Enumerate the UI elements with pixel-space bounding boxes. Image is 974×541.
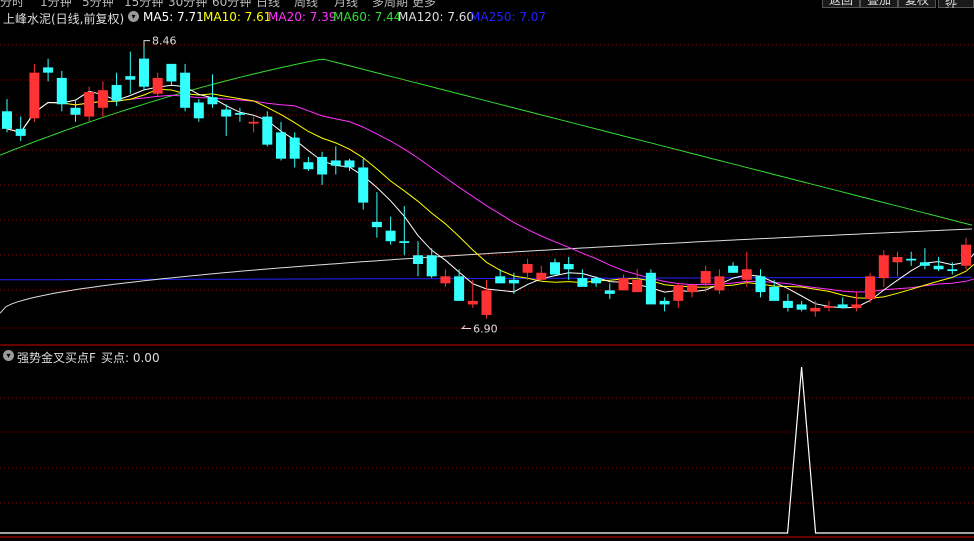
candle-body [645,272,656,305]
candle-body [865,276,876,300]
candle-body [371,221,382,228]
candle-body [15,128,26,136]
candle-body [440,276,451,284]
candle-body [262,116,273,145]
candle-body [358,167,369,203]
kline-chart[interactable]: 8.46 6.90 [0,0,974,541]
candle-body [508,279,519,284]
candle-body [2,111,12,129]
candle-body [166,63,177,82]
ma20-line [6,94,974,293]
candle-body [495,276,506,284]
candle-body [796,304,807,310]
candle-body [878,255,889,279]
candle-body [152,77,163,94]
candle-body [591,278,602,284]
ma250-line [0,276,972,281]
candle-body [454,276,465,301]
high-marker [143,40,150,47]
candle-body [303,162,314,170]
candle-body [139,58,149,87]
candle-body [919,262,930,266]
candle-body [577,278,588,287]
candle-body [43,67,54,73]
candle-body [851,304,862,308]
candle-body [632,279,643,293]
candle-body [961,244,971,266]
indicator-value: 买点: 0.00 [101,351,160,365]
candle-body [700,271,711,284]
candle-body [84,91,95,117]
candle-body [673,285,684,301]
candle-body [234,113,245,115]
candle-body [248,121,259,124]
candle-body [180,72,191,108]
candle-body [193,102,204,119]
candle-body [687,285,697,293]
candle-body [906,258,917,261]
candle-body [550,262,560,275]
candle-body [56,77,67,105]
candle-body [892,257,903,263]
candle-body [70,107,81,115]
candle-body [481,290,492,315]
candle-body [125,76,136,80]
candle-body [837,304,848,308]
candle-body [111,84,122,101]
candle-body [29,72,40,119]
candle-body [97,90,108,108]
candle-body [782,300,793,308]
candle-body [207,97,218,105]
candle-body [604,290,615,294]
candle-body [276,132,286,159]
chevron-down-icon[interactable]: ▾ [3,350,14,361]
candle-body [810,307,821,312]
candle-body [317,156,328,175]
candle-body [289,137,300,159]
indicator-header: ▾ 强势金叉买点F 买点: 0.00 [0,347,974,365]
candle-body [741,269,752,280]
candle-body [728,265,739,273]
candle-body [221,109,232,117]
candle-body [522,264,533,273]
candle-body [399,241,410,243]
candle-body [344,160,355,168]
candle-body [755,276,766,293]
low-label: 6.90 [473,322,498,335]
candle-body [563,264,574,270]
candle-body [330,160,341,166]
candle-body [714,276,725,291]
candle-body [413,255,423,265]
candle-body [824,306,834,308]
candle-body [426,255,437,277]
indicator-line [0,366,974,534]
candle-body [659,300,670,305]
ma10-line [6,88,974,299]
candle-body [947,269,958,272]
candle-body [933,265,944,270]
ma5-line [6,84,974,309]
candle-body [618,278,629,291]
indicator-title: 强势金叉买点F [17,351,96,365]
candle-body [769,286,780,301]
low-marker [460,325,472,329]
candle-body [385,230,396,242]
high-label: 8.46 [152,35,177,48]
candle-body [467,300,478,305]
candle-body [536,272,547,280]
